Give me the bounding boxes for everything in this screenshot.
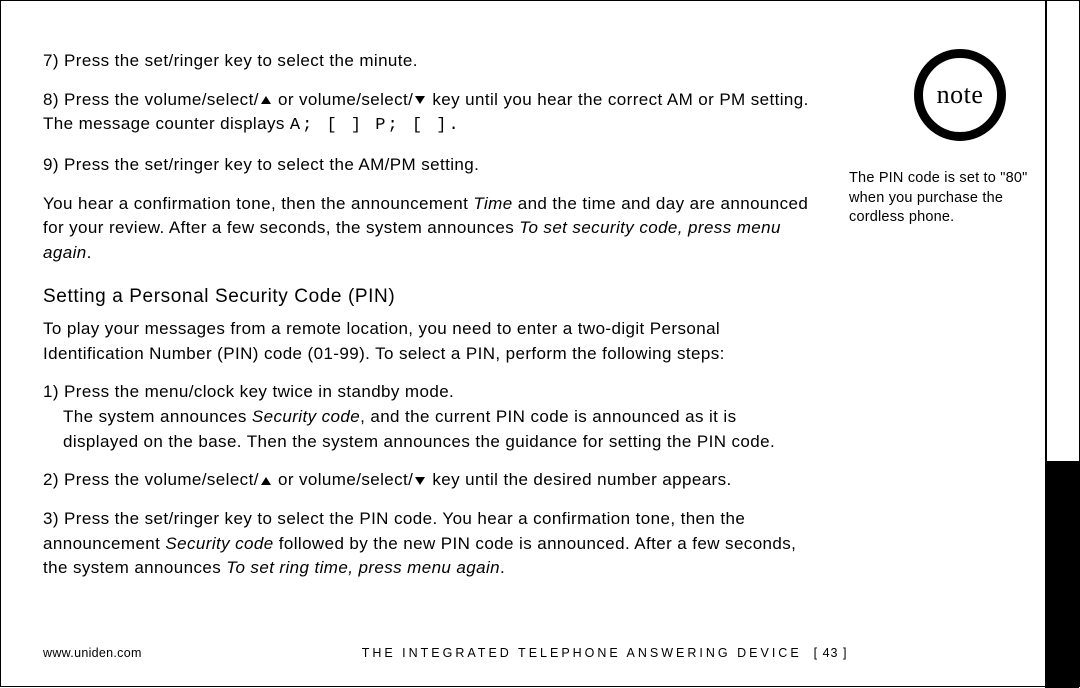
footer-page: [ 43 ]: [814, 646, 848, 660]
pin-step-3e: .: [500, 558, 505, 577]
step-8-display: A; [ ] P; [ ].: [290, 116, 461, 135]
pin-step-2a: 2) Press the volume/select/: [43, 470, 259, 489]
paragraph-time-confirm: You hear a confirmation tone, then the a…: [43, 192, 813, 266]
step-9: 9) Press the set/ringer key to select th…: [43, 153, 813, 178]
pin-step-3d: To set ring time, press menu again: [226, 558, 500, 577]
step-7: 7) Press the set/ringer key to select th…: [43, 49, 813, 74]
footer-title: THE INTEGRATED TELEPHONE ANSWERING DEVIC…: [362, 646, 802, 660]
note-text: The PIN code is set to "80" when you pur…: [849, 169, 1039, 228]
pin-step-2c: key until the desired number appears.: [427, 470, 731, 489]
heading-pin: Setting a Personal Security Code (PIN): [43, 283, 813, 311]
pin-step-3b: Security code: [165, 534, 273, 553]
note-badge-label: note: [937, 80, 984, 110]
step-8-text-a: 8) Press the volume/select/: [43, 90, 259, 109]
para-time-e: .: [87, 243, 92, 262]
step-8-text-b: or volume/select/: [273, 90, 413, 109]
footer: www.uniden.com THE INTEGRATED TELEPHONE …: [43, 646, 1043, 660]
pin-step-2b: or volume/select/: [273, 470, 413, 489]
step-8: 8) Press the volume/select/ or volume/se…: [43, 88, 813, 139]
para-time-a: You hear a confirmation tone, then the a…: [43, 194, 473, 213]
paragraph-pin-intro: To play your messages from a remote loca…: [43, 317, 813, 366]
pin-step-1c: Security code: [252, 407, 360, 426]
arrow-up-icon: [261, 96, 271, 104]
manual-page: 7) Press the set/ringer key to select th…: [0, 0, 1080, 687]
tab-marker: [1045, 461, 1079, 688]
step-7-text: 7) Press the set/ringer key to select th…: [43, 51, 418, 70]
footer-url: www.uniden.com: [43, 646, 142, 660]
pin-step-1: 1) Press the menu/clock key twice in sta…: [43, 380, 813, 454]
pin-step-2: 2) Press the volume/select/ or volume/se…: [43, 468, 813, 493]
pin-step-3: 3) Press the set/ringer key to select th…: [43, 507, 813, 581]
arrow-down-icon: [415, 96, 425, 104]
step-9-text: 9) Press the set/ringer key to select th…: [43, 155, 479, 174]
arrow-up-icon: [261, 477, 271, 485]
pin-step-1a: 1) Press the menu/clock key twice in sta…: [43, 382, 454, 401]
vertical-divider: [1045, 1, 1047, 461]
para-time-b: Time: [473, 194, 512, 213]
arrow-down-icon: [415, 477, 425, 485]
pin-step-1b: The system announces: [63, 407, 252, 426]
note-badge: note: [914, 49, 1006, 141]
main-content: 7) Press the set/ringer key to select th…: [43, 49, 813, 595]
